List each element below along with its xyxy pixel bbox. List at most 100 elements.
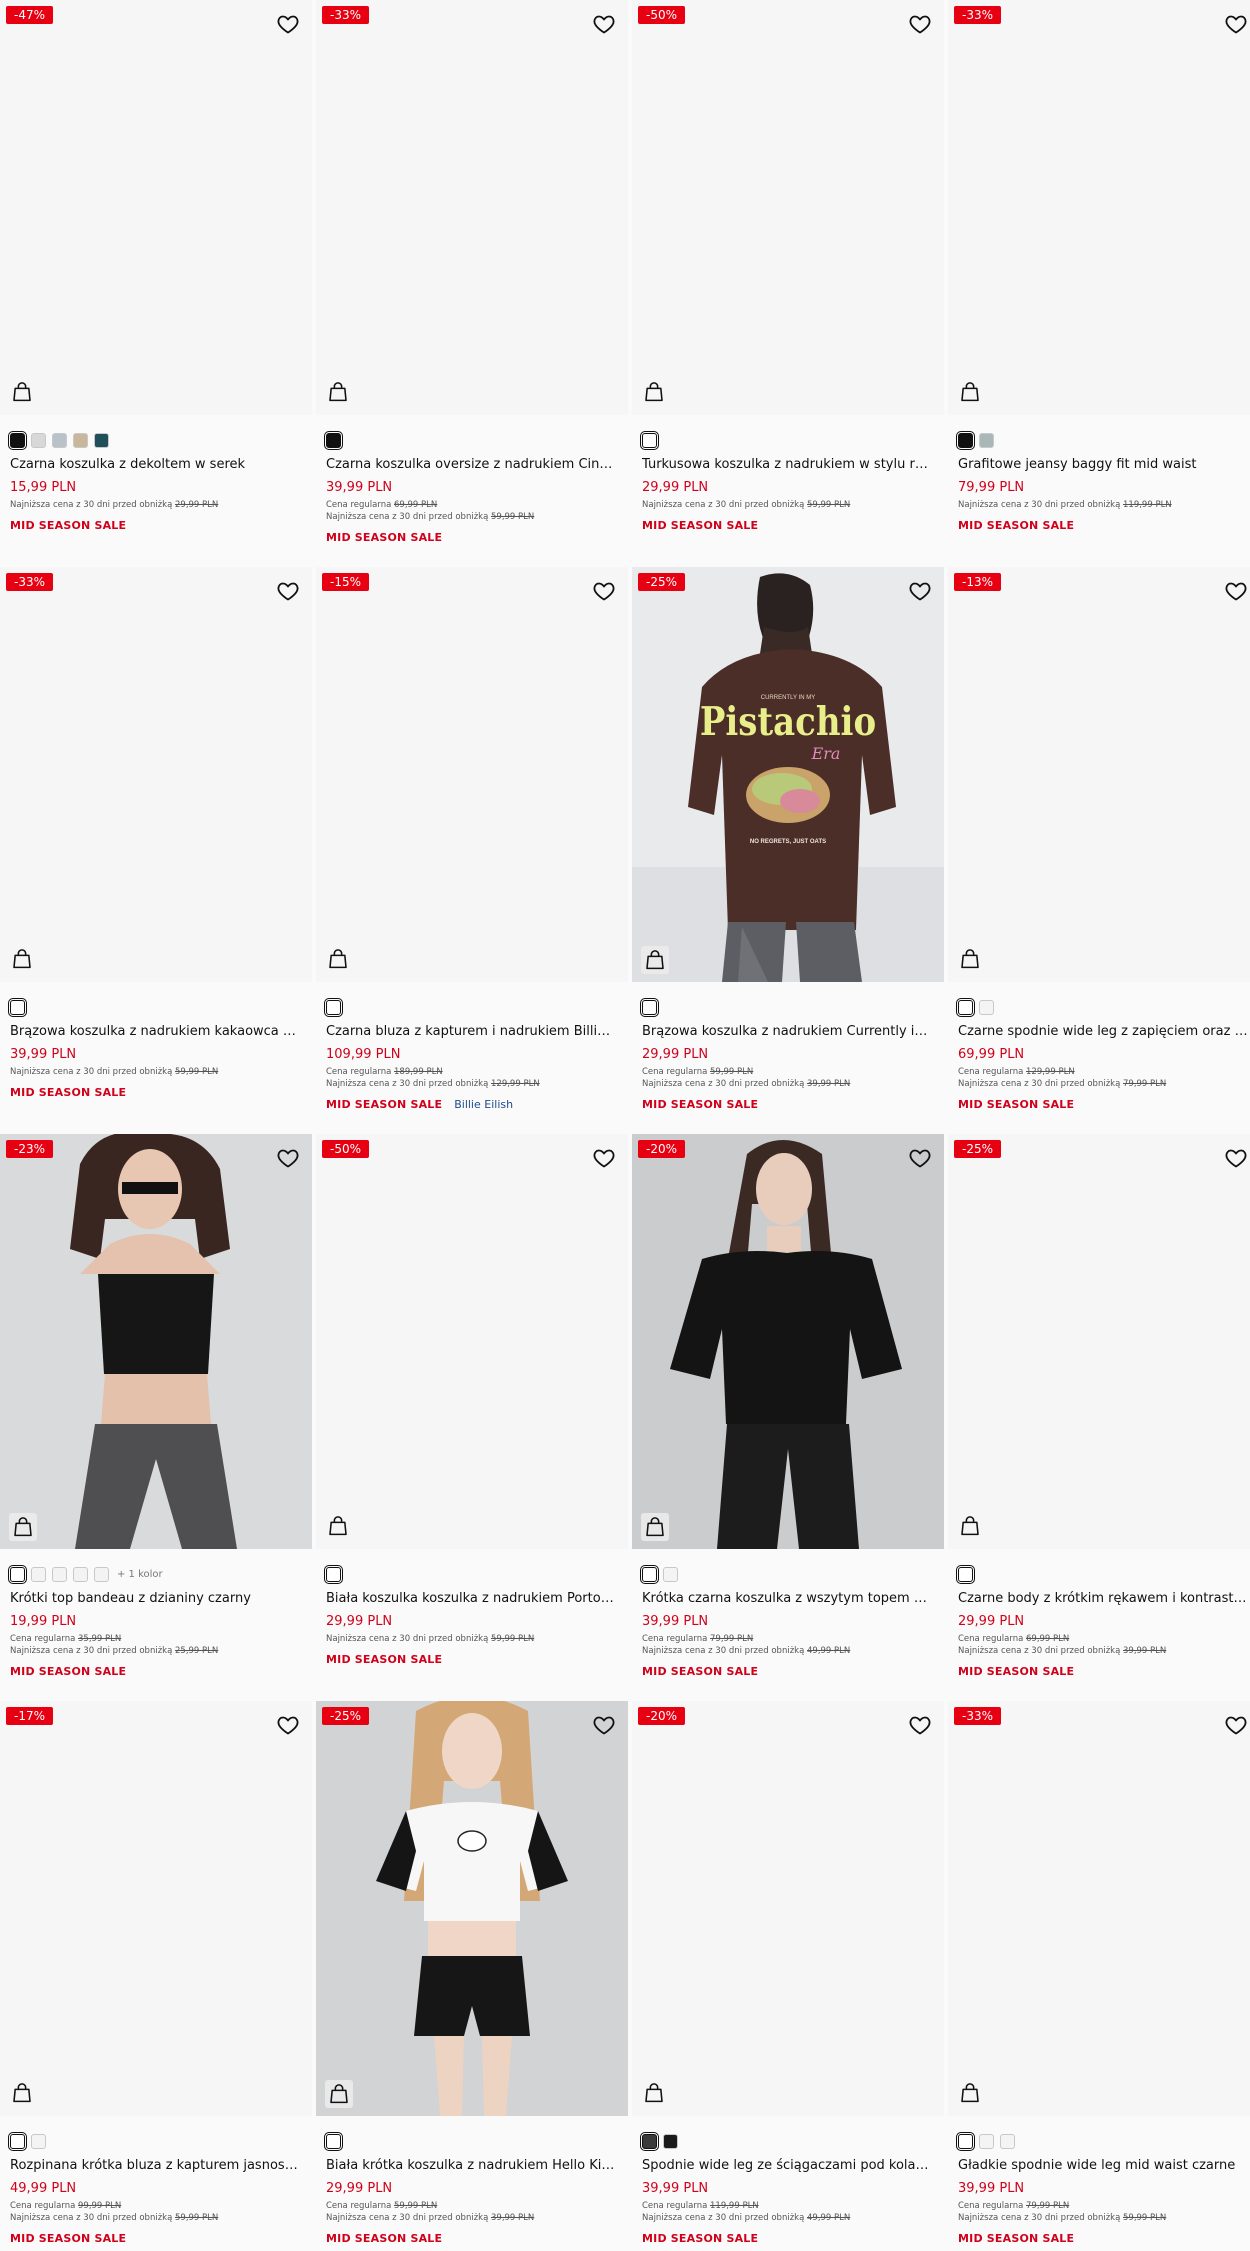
product-image[interactable]: -23% xyxy=(0,1134,312,1549)
product-name[interactable]: Brązowa koszulka z nadrukiem kakaowca z … xyxy=(10,1024,302,1039)
color-swatch[interactable] xyxy=(52,432,67,448)
shopping-bag-icon[interactable] xyxy=(328,948,350,972)
shopping-bag-icon[interactable] xyxy=(960,948,982,972)
shopping-bag-icon[interactable] xyxy=(12,2082,34,2106)
shopping-bag-icon[interactable] xyxy=(960,1515,982,1539)
shopping-bag-icon[interactable] xyxy=(641,946,669,974)
shopping-bag-icon[interactable] xyxy=(328,1515,350,1539)
sale-tag[interactable]: MID SEASON SALE xyxy=(326,1653,442,1666)
product-card[interactable]: CURRENTLY IN MY Pistachio Era NO REGRETS… xyxy=(632,567,944,1134)
color-swatch[interactable] xyxy=(7,997,28,1017)
product-image[interactable]: -13% xyxy=(948,567,1250,982)
product-image[interactable]: CURRENTLY IN MY Pistachio Era NO REGRETS… xyxy=(632,567,944,982)
brand-tag[interactable]: Billie Eilish xyxy=(454,1098,513,1111)
product-card[interactable]: -25% Czarne body z krótkim rękawem i kon… xyxy=(948,1134,1250,1701)
heart-icon[interactable] xyxy=(908,1713,932,1737)
product-name[interactable]: Krótki top bandeau z dzianiny czarny xyxy=(10,1591,302,1606)
product-card[interactable]: -47% Czarna koszulka z dekoltem w serek … xyxy=(0,0,312,567)
heart-icon[interactable] xyxy=(276,1146,300,1170)
color-swatch[interactable] xyxy=(323,2131,344,2151)
product-image[interactable]: -25% xyxy=(316,1701,628,2116)
color-swatch[interactable] xyxy=(323,1564,344,1584)
product-card[interactable]: -15% Czarna bluza z kapturem i nadrukiem… xyxy=(316,567,628,1134)
product-image[interactable]: -47% xyxy=(0,0,312,415)
product-card[interactable]: -33% Gładkie spodnie wide leg mid waist … xyxy=(948,1701,1250,2251)
color-swatch[interactable] xyxy=(663,2133,678,2149)
heart-icon[interactable] xyxy=(908,12,932,36)
shopping-bag-icon[interactable] xyxy=(644,381,666,405)
sale-tag[interactable]: MID SEASON SALE xyxy=(642,2232,758,2245)
color-swatch[interactable] xyxy=(7,430,28,450)
shopping-bag-icon[interactable] xyxy=(960,381,982,405)
sale-tag[interactable]: MID SEASON SALE xyxy=(10,1665,126,1678)
sale-tag[interactable]: MID SEASON SALE xyxy=(642,1665,758,1678)
product-image[interactable]: -50% xyxy=(632,0,944,415)
product-name[interactable]: Turkusowa koszulka z nadrukiem w stylu r… xyxy=(642,457,934,472)
color-swatch[interactable] xyxy=(7,2131,28,2151)
product-name[interactable]: Czarne body z krótkim rękawem i kontrast… xyxy=(958,1591,1250,1606)
heart-icon[interactable] xyxy=(1224,12,1248,36)
product-name[interactable]: Czarna koszulka z dekoltem w serek xyxy=(10,457,302,472)
heart-icon[interactable] xyxy=(908,1146,932,1170)
product-name[interactable]: Krótka czarna koszulka z wszytym topem n… xyxy=(642,1591,934,1606)
color-swatch[interactable] xyxy=(955,1564,976,1584)
more-colors-label[interactable]: + 1 kolor xyxy=(117,1569,163,1580)
color-swatch[interactable] xyxy=(31,1566,46,1582)
product-image[interactable]: -33% xyxy=(316,0,628,415)
shopping-bag-icon[interactable] xyxy=(960,2082,982,2106)
product-name[interactable]: Czarna bluza z kapturem i nadrukiem Bill… xyxy=(326,1024,618,1039)
shopping-bag-icon[interactable] xyxy=(325,2080,353,2108)
product-card[interactable]: -33% Grafitowe jeansy baggy fit mid wais… xyxy=(948,0,1250,567)
product-name[interactable]: Biała krótka koszulka z nadrukiem Hello … xyxy=(326,2158,618,2173)
heart-icon[interactable] xyxy=(592,579,616,603)
sale-tag[interactable]: MID SEASON SALE xyxy=(642,1098,758,1111)
color-swatch[interactable] xyxy=(639,1564,660,1584)
product-image[interactable]: -50% xyxy=(316,1134,628,1549)
product-name[interactable]: Czarna koszulka oversize z nadrukiem Cin… xyxy=(326,457,618,472)
heart-icon[interactable] xyxy=(1224,579,1248,603)
product-card[interactable]: -33% Czarna koszulka oversize z nadrukie… xyxy=(316,0,628,567)
color-swatch[interactable] xyxy=(979,432,994,448)
sale-tag[interactable]: MID SEASON SALE xyxy=(958,1098,1074,1111)
color-swatch[interactable] xyxy=(52,1566,67,1582)
sale-tag[interactable]: MID SEASON SALE xyxy=(958,2232,1074,2245)
product-name[interactable]: Rozpinana krótka bluza z kapturem jasnos… xyxy=(10,2158,302,2173)
shopping-bag-icon[interactable] xyxy=(12,381,34,405)
color-swatch[interactable] xyxy=(73,1566,88,1582)
color-swatch[interactable] xyxy=(639,997,660,1017)
heart-icon[interactable] xyxy=(592,1713,616,1737)
sale-tag[interactable]: MID SEASON SALE xyxy=(326,531,442,544)
product-image[interactable]: -17% xyxy=(0,1701,312,2116)
color-swatch[interactable] xyxy=(31,432,46,448)
heart-icon[interactable] xyxy=(592,12,616,36)
product-name[interactable]: Spodnie wide leg ze ściągaczami pod kola… xyxy=(642,2158,934,2173)
heart-icon[interactable] xyxy=(1224,1146,1248,1170)
color-swatch[interactable] xyxy=(73,432,88,448)
shopping-bag-icon[interactable] xyxy=(12,948,34,972)
product-image[interactable]: -33% xyxy=(948,1701,1250,2116)
product-card[interactable]: -13% Czarne spodnie wide leg z zapięciem… xyxy=(948,567,1250,1134)
product-image[interactable]: -33% xyxy=(948,0,1250,415)
sale-tag[interactable]: MID SEASON SALE xyxy=(10,2232,126,2245)
product-name[interactable]: Brązowa koszulka z nadrukiem Currently i… xyxy=(642,1024,934,1039)
color-swatch[interactable] xyxy=(31,2133,46,2149)
color-swatch[interactable] xyxy=(979,999,994,1015)
product-card[interactable]: -50% Biała koszulka koszulka z nadrukiem… xyxy=(316,1134,628,1701)
product-card[interactable]: -20% Krótka czarna koszulka z wszytym to… xyxy=(632,1134,944,1701)
sale-tag[interactable]: MID SEASON SALE xyxy=(958,519,1074,532)
product-name[interactable]: Grafitowe jeansy baggy fit mid waist xyxy=(958,457,1250,472)
color-swatch[interactable] xyxy=(639,430,660,450)
sale-tag[interactable]: MID SEASON SALE xyxy=(326,1098,442,1111)
color-swatch[interactable] xyxy=(323,430,344,450)
sale-tag[interactable]: MID SEASON SALE xyxy=(958,1665,1074,1678)
product-image[interactable]: -25% xyxy=(948,1134,1250,1549)
heart-icon[interactable] xyxy=(276,1713,300,1737)
color-swatch[interactable] xyxy=(979,2133,994,2149)
product-card[interactable]: -33% Brązowa koszulka z nadrukiem kakaow… xyxy=(0,567,312,1134)
product-image[interactable]: -33% xyxy=(0,567,312,982)
sale-tag[interactable]: MID SEASON SALE xyxy=(10,1086,126,1099)
color-swatch[interactable] xyxy=(639,2131,660,2151)
color-swatch[interactable] xyxy=(7,1564,28,1584)
heart-icon[interactable] xyxy=(276,579,300,603)
product-card[interactable]: -50% Turkusowa koszulka z nadrukiem w st… xyxy=(632,0,944,567)
